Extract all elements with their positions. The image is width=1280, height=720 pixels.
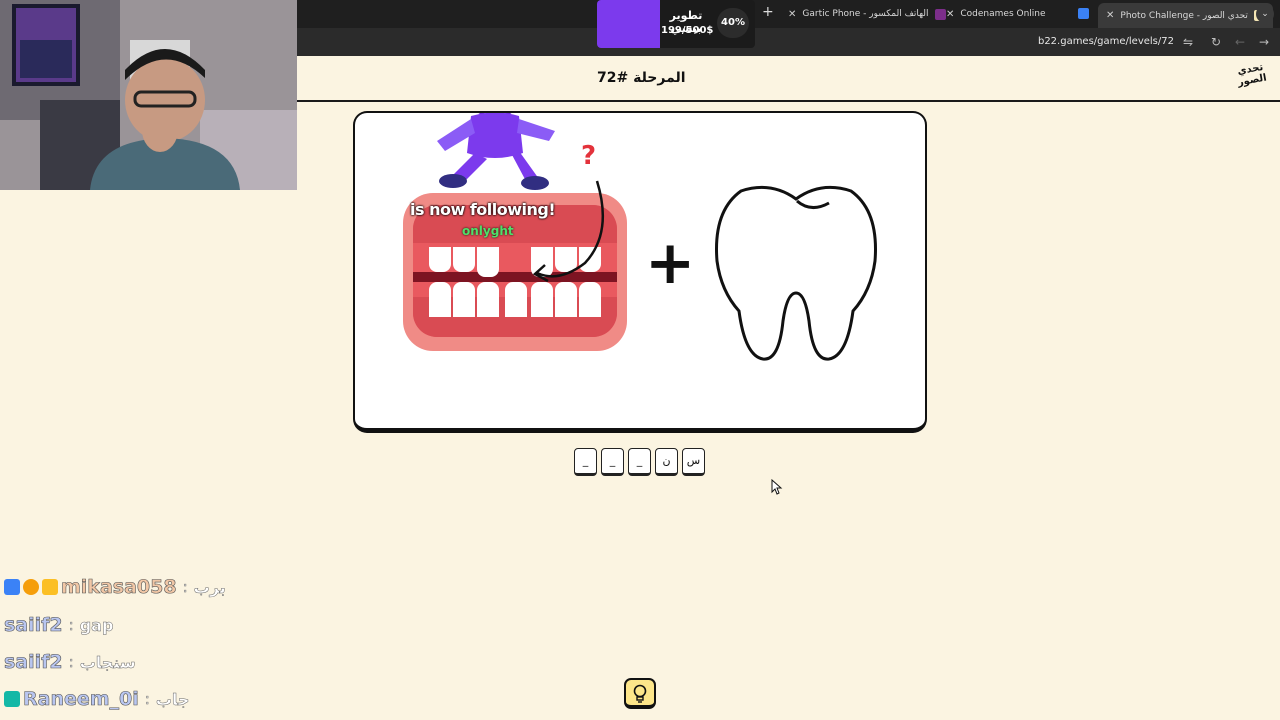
chat-username[interactable]: Raneem_0i bbox=[23, 688, 139, 711]
tab-codenames[interactable]: ✕ Codenames Online bbox=[946, 4, 1046, 24]
subscriber-badge-icon bbox=[4, 691, 20, 707]
lightbulb-icon bbox=[633, 684, 647, 703]
plus-sign: + bbox=[645, 228, 696, 298]
chat-message: saiif2 : gap bbox=[4, 614, 114, 637]
goal-progress-fill bbox=[597, 0, 661, 48]
arrow-drawing bbox=[532, 180, 605, 283]
phone-favicon-icon bbox=[934, 8, 946, 20]
donation-goal-widget: تطوير بيسي 199/500$ 40% bbox=[597, 0, 755, 48]
chat-message: mikasa058 : برب bbox=[4, 576, 226, 598]
tab-label: Codenames Online bbox=[960, 9, 1046, 19]
tab-gartic-phone[interactable]: ✕ Gartic Phone - الهاتف المكسور bbox=[788, 4, 946, 24]
answer-slot[interactable]: _ bbox=[574, 448, 597, 476]
tab-label: Photo Challenge - تحدي الصور bbox=[1120, 10, 1248, 21]
site-logo[interactable]: تحدي الصور bbox=[1232, 61, 1273, 97]
chat-username[interactable]: saiif2 bbox=[4, 651, 63, 674]
answer-slot[interactable]: س bbox=[682, 448, 705, 476]
hint-button[interactable] bbox=[624, 678, 656, 709]
crown-badge-icon bbox=[42, 579, 58, 595]
bits-badge-icon bbox=[23, 579, 39, 595]
chat-username[interactable]: mikasa058 bbox=[61, 576, 177, 599]
close-tab-icon[interactable]: ✕ bbox=[946, 9, 954, 20]
back-arrow-icon[interactable]: ← bbox=[1235, 35, 1245, 49]
webcam-feed bbox=[0, 0, 297, 190]
new-tab-button[interactable]: + bbox=[762, 4, 774, 20]
answer-slots: س ن _ _ _ bbox=[574, 448, 705, 476]
tab-list-chevron-icon[interactable]: ⌄ bbox=[1256, 5, 1274, 23]
level-title: المرحلة #72 bbox=[597, 70, 686, 86]
close-tab-icon[interactable]: ✕ bbox=[788, 9, 796, 20]
chat-separator: : bbox=[182, 578, 188, 597]
chat-text: برب bbox=[193, 577, 226, 597]
site-settings-icon[interactable]: ⇋ bbox=[1183, 35, 1193, 49]
answer-slot[interactable]: ن bbox=[655, 448, 678, 476]
mouse-pointer-icon bbox=[771, 479, 783, 495]
follow-alert-username: onlyght bbox=[462, 224, 514, 238]
reload-icon[interactable]: ↻ bbox=[1211, 35, 1221, 49]
game-header: المرحلة #72 تحدي الصور bbox=[297, 56, 1280, 102]
tab-label: Gartic Phone - الهاتف المكسور bbox=[802, 9, 929, 19]
answer-slot[interactable]: _ bbox=[601, 448, 624, 476]
answer-slot[interactable]: _ bbox=[628, 448, 651, 476]
chat-separator: : bbox=[68, 653, 74, 672]
follow-alert-message: is now following! bbox=[410, 200, 556, 219]
chat-separator: : bbox=[144, 690, 151, 709]
chat-text: جاب bbox=[155, 689, 190, 709]
tooth-outline-image bbox=[715, 185, 877, 361]
chat-text: سنجاب bbox=[79, 652, 136, 672]
close-tab-icon[interactable]: ✕ bbox=[1106, 10, 1114, 21]
question-mark: ? bbox=[581, 141, 597, 171]
chat-message: Raneem_0i : جاب bbox=[4, 688, 190, 711]
chat-message: saiif2 : سنجاب bbox=[4, 651, 136, 674]
goal-amount: 199/500$ bbox=[661, 25, 714, 36]
chat-username[interactable]: saiif2 bbox=[4, 614, 63, 637]
codenames-favicon-icon bbox=[1078, 8, 1089, 19]
chat-separator: : bbox=[68, 616, 74, 635]
chat-text: gap bbox=[79, 615, 114, 635]
address-bar[interactable]: b22.games/game/levels/72 bbox=[1038, 36, 1174, 47]
puzzle-card: ? + bbox=[353, 111, 927, 433]
forward-arrow-icon[interactable]: → bbox=[1259, 35, 1269, 49]
tab-photo-challenge[interactable]: ✕ Photo Challenge - تحدي الصور bbox=[1098, 3, 1273, 28]
moderator-badge-icon bbox=[4, 579, 20, 595]
goal-percent: 40% bbox=[717, 8, 749, 38]
